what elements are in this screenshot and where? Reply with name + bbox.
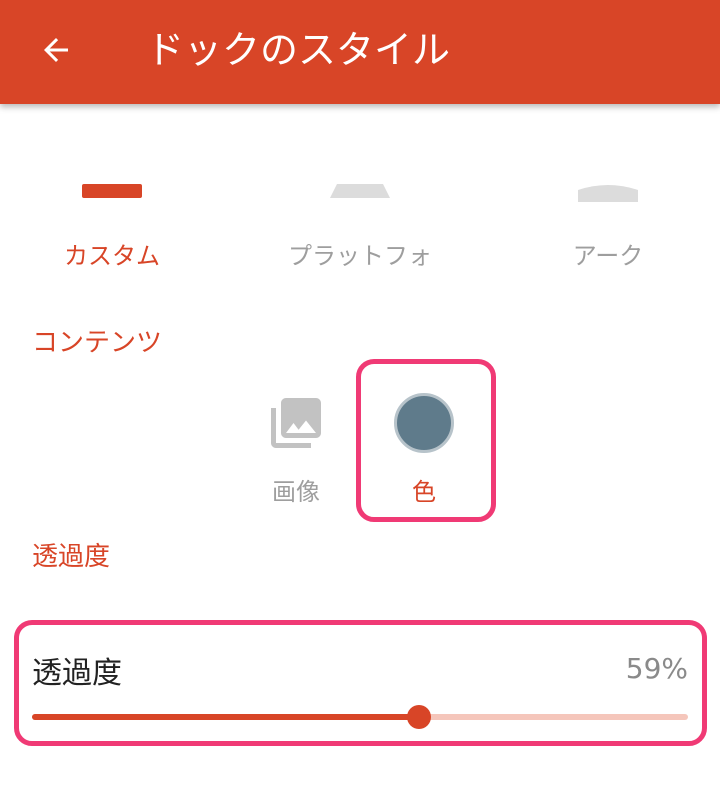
dock-style-custom[interactable]: カスタム bbox=[12, 160, 212, 280]
slider-fill bbox=[32, 714, 420, 720]
dock-style-label: アーク bbox=[572, 242, 644, 270]
content-option-label: 画像 bbox=[272, 478, 320, 506]
content-option-image[interactable]: 画像 bbox=[234, 370, 358, 510]
dock-style-label: プラットフォ bbox=[288, 242, 432, 270]
icon-wrap bbox=[263, 390, 329, 456]
back-button[interactable] bbox=[24, 20, 88, 80]
page-title: ドックのスタイル bbox=[146, 28, 451, 72]
arrow-back-icon bbox=[44, 38, 68, 62]
content-option-color[interactable]: 色 bbox=[362, 370, 486, 510]
arc-shape-icon bbox=[578, 185, 638, 202]
color-circle-icon bbox=[394, 393, 454, 453]
transparency-slider-title: 透過度 bbox=[32, 656, 122, 691]
contents-section-header: コンテンツ bbox=[32, 328, 163, 358]
dock-style-platform[interactable]: プラットフォ bbox=[260, 160, 460, 280]
platform-trapezoid-icon bbox=[330, 184, 390, 198]
dock-style-arc[interactable]: アーク bbox=[508, 160, 708, 280]
transparency-slider[interactable] bbox=[32, 705, 688, 729]
content-option-label: 色 bbox=[412, 478, 436, 506]
dock-style-label: カスタム bbox=[64, 242, 160, 270]
image-stack-icon bbox=[271, 398, 321, 448]
transparency-section-header: 透過度 bbox=[32, 542, 111, 572]
slider-thumb[interactable] bbox=[407, 705, 432, 729]
transparency-value: 59% bbox=[625, 652, 688, 685]
app-bar: ドックのスタイル bbox=[0, 0, 720, 104]
icon-wrap bbox=[391, 390, 457, 456]
flat-bar-icon bbox=[82, 184, 142, 198]
